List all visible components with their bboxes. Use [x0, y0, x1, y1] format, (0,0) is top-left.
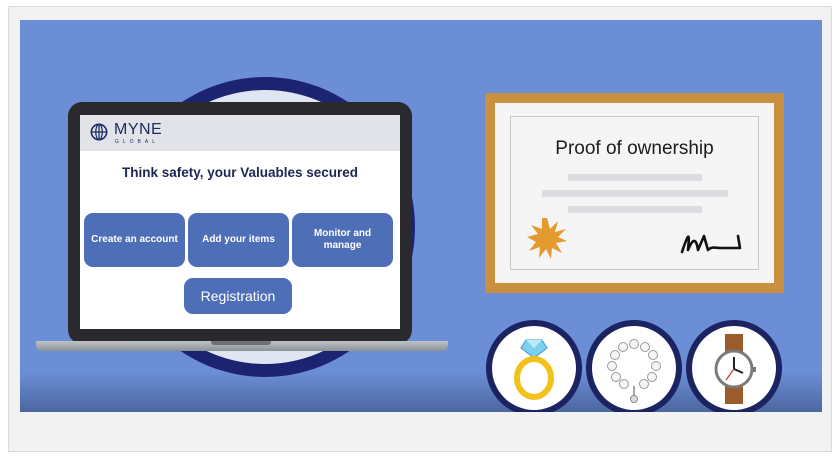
signature-icon	[680, 234, 742, 254]
certificate-text-line	[542, 190, 728, 197]
add-items-button[interactable]: Add your items	[188, 213, 289, 267]
create-account-button[interactable]: Create an account	[84, 213, 185, 267]
ring-badge	[486, 320, 582, 412]
illustration-scene[interactable]: MYNE GLOBAL Think safety, your Valuables…	[20, 20, 822, 412]
wristwatch-icon	[714, 334, 756, 404]
bracelet-badge	[586, 320, 682, 412]
ring-icon	[514, 339, 554, 400]
globe-icon	[90, 123, 108, 141]
certificate-text-line	[568, 174, 702, 181]
laptop-notch	[211, 341, 271, 345]
certificate-text-line	[568, 206, 702, 213]
watch-badge	[686, 320, 782, 412]
registration-button[interactable]: Registration	[184, 278, 292, 314]
app-header: MYNE GLOBAL	[80, 115, 400, 151]
laptop-screen: MYNE GLOBAL Think safety, your Valuables…	[80, 115, 400, 329]
monitor-manage-button[interactable]: Monitor and manage	[292, 213, 393, 267]
pearl-bracelet-icon	[607, 339, 661, 403]
seal-icon	[527, 218, 567, 259]
headline: Think safety, your Valuables secured	[121, 165, 359, 180]
brand-name: MYNE	[114, 121, 163, 138]
certificate-title: Proof of ownership	[555, 138, 714, 159]
brand-subtitle: GLOBAL	[115, 139, 160, 145]
